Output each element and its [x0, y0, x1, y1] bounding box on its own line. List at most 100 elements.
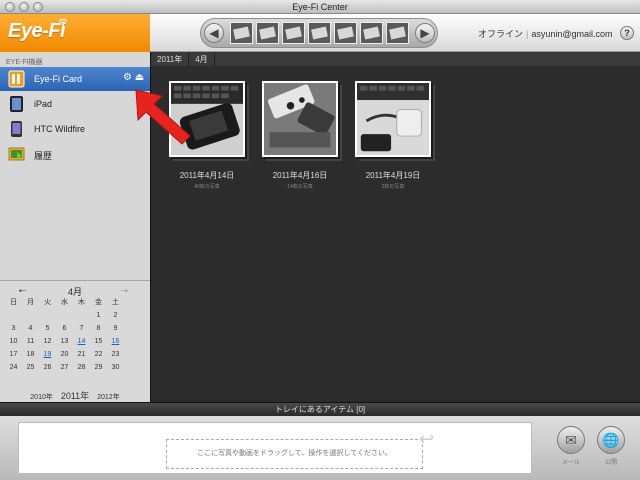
drop-hint: ここに写真や動画をドラッグして、操作を選択してください。 [166, 439, 423, 469]
calendar-day[interactable]: 1 [90, 311, 107, 321]
main-content: 2011年 4月 2011年4月14日 40枚の写真 2011年4月16日 14… [150, 52, 640, 402]
arrow-right-icon: 🠖 [120, 286, 129, 297]
question-icon: ? [624, 28, 630, 38]
calendar-day[interactable]: 12 [39, 337, 56, 347]
calendar-day[interactable]: 25 [22, 363, 39, 373]
mail-label: メール [561, 460, 580, 466]
tray-dropzone[interactable]: ここに写真や動画をドラッグして、操作を選択してください。 ↩ [18, 422, 532, 474]
tray: ここに写真や動画をドラッグして、操作を選択してください。 ↩ ✉ メール 🌐 公… [0, 416, 640, 480]
sidebar-item-label: 履歴 [34, 151, 53, 161]
album-item[interactable]: 2011年4月16日 14枚の写真 [262, 81, 338, 190]
ipad-icon [10, 96, 23, 112]
calendar-weekday: 火 [44, 299, 51, 306]
calendar-day[interactable]: 5 [39, 324, 56, 334]
breadcrumb-month[interactable]: 4月 [189, 52, 215, 66]
wifi-icon [58, 18, 68, 26]
strip-prev-button[interactable]: ◀ [204, 23, 224, 43]
arrow-right-icon: ▶ [420, 26, 430, 40]
calendar-weekday: 月 [27, 299, 34, 306]
calendar-day[interactable]: 10 [5, 337, 22, 347]
calendar-day[interactable]: 28 [73, 363, 90, 373]
tray-header: トレイにあるアイテム [0] [0, 402, 640, 416]
album-count: 2枚の写真 [381, 184, 405, 190]
account-email[interactable]: asyunin@gmail.com [531, 29, 612, 39]
calendar-weekday: 日 [10, 299, 17, 306]
calendar-day[interactable]: 7 [73, 324, 90, 334]
logo-area: Eye-Fi [0, 14, 150, 52]
sidebar-section-devices: EYE-FI機器 [6, 59, 43, 66]
envelope-icon: ✉ [565, 432, 577, 448]
calendar-day [39, 311, 56, 321]
calendar-day[interactable]: 19 [39, 350, 56, 360]
album-title: 2011年4月19日 [365, 171, 421, 180]
calendar-day[interactable]: 20 [56, 350, 73, 360]
close-window-button[interactable] [5, 2, 15, 12]
calendar-day[interactable]: 24 [5, 363, 22, 373]
strip-thumbnail[interactable] [256, 22, 279, 44]
calendar-years: 2010年 2011年 2012年 [0, 389, 150, 402]
strip-thumbnail[interactable] [230, 22, 253, 44]
calendar-day [56, 311, 73, 321]
calendar-day[interactable]: 16 [107, 337, 124, 347]
help-button[interactable]: ? [620, 26, 634, 40]
eye-fi-logo: Eye-Fi [8, 20, 66, 42]
album-title: 2011年4月16日 [272, 171, 328, 180]
strip-thumbnail[interactable] [282, 22, 305, 44]
strip-thumbnail[interactable] [386, 22, 409, 44]
recent-photos-strip: ◀ ▶ [200, 18, 438, 48]
strip-thumbnail[interactable] [360, 22, 383, 44]
history-icon [8, 147, 25, 161]
mail-button[interactable]: ✉ メール [555, 426, 587, 466]
calendar-day[interactable]: 11 [22, 337, 39, 347]
calendar-day [73, 311, 90, 321]
calendar-grid: 日月火水木金土 1 2 3 4 5 6 7 8 9 10 11 12 13 14 15 16 17 18 19 20 21… [5, 298, 124, 373]
window-title: Eye-Fi Center [292, 2, 348, 12]
sidebar-item-label: iPad [34, 99, 53, 109]
calendar-weekday: 木 [78, 299, 85, 306]
album-photo [355, 81, 431, 157]
calendar-day[interactable]: 14 [73, 337, 90, 347]
calendar-weekday: 水 [61, 299, 68, 306]
calendar-day[interactable]: 29 [90, 363, 107, 373]
calendar-day[interactable]: 2 [107, 311, 124, 321]
publish-button[interactable]: 🌐 公開 [595, 426, 627, 466]
year-current[interactable]: 2011年 [61, 391, 89, 401]
sd-card-icon [8, 70, 25, 88]
calendar-day[interactable]: 22 [90, 350, 107, 360]
calendar-day[interactable]: 21 [73, 350, 90, 360]
strip-thumbnails [230, 22, 409, 44]
connection-status: オフライン [478, 29, 524, 39]
publish-label: 公開 [604, 460, 617, 466]
calendar-day[interactable]: 13 [56, 337, 73, 347]
strip-next-button[interactable]: ▶ [415, 23, 435, 43]
calendar-day[interactable]: 4 [22, 324, 39, 334]
calendar-day[interactable]: 9 [107, 324, 124, 334]
breadcrumb-year[interactable]: 2011年 [151, 52, 190, 66]
calendar-day[interactable]: 3 [5, 324, 22, 334]
calendar-day[interactable]: 30 [107, 363, 124, 373]
strip-thumbnail[interactable] [308, 22, 331, 44]
calendar-day[interactable]: 26 [39, 363, 56, 373]
calendar-day[interactable]: 27 [56, 363, 73, 373]
calendar-day[interactable]: 8 [90, 324, 107, 334]
breadcrumb: 2011年 4月 [151, 52, 640, 66]
calendar-day[interactable]: 18 [22, 350, 39, 360]
sidebar-item-label: Eye-Fi Card [34, 74, 83, 84]
window-titlebar: Eye-Fi Center [0, 0, 640, 14]
calendar-weekday: 土 [112, 299, 119, 306]
album-item[interactable]: 2011年4月19日 2枚の写真 [355, 81, 431, 190]
phone-icon [11, 121, 22, 137]
window-controls [5, 2, 43, 12]
year-prev[interactable]: 2010年 [30, 394, 53, 401]
app-header: Eye-Fi ◀ ▶ オフライン | asyunin@gmail.com ? [0, 14, 640, 52]
annotation-arrow-icon [135, 89, 191, 145]
minimize-window-button[interactable] [19, 2, 29, 12]
album-count: 14枚の写真 [287, 184, 313, 190]
zoom-window-button[interactable] [33, 2, 43, 12]
calendar-day[interactable]: 15 [90, 337, 107, 347]
calendar-day[interactable]: 23 [107, 350, 124, 360]
calendar-day[interactable]: 17 [5, 350, 22, 360]
year-next[interactable]: 2012年 [97, 394, 120, 401]
strip-thumbnail[interactable] [334, 22, 357, 44]
calendar-day[interactable]: 6 [56, 324, 73, 334]
